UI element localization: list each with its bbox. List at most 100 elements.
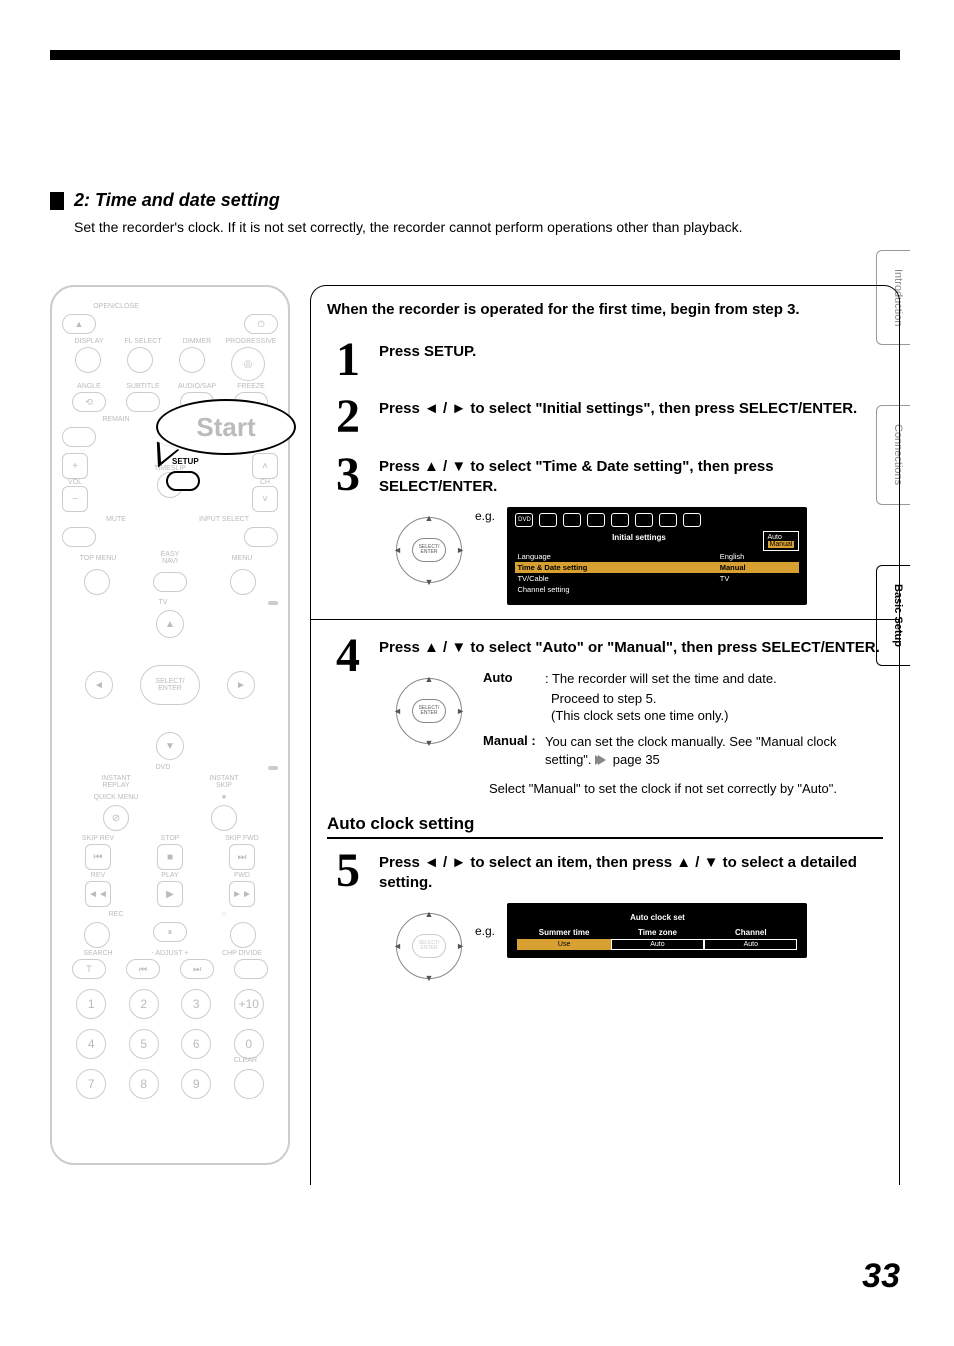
star-button <box>211 805 237 831</box>
nav-left-icon: ◄ <box>393 941 402 951</box>
step-3: 3 Press ▲ / ▼ to select "Time & Date set… <box>327 453 883 606</box>
step-5-title: Press ◄ / ► to select an item, then pres… <box>379 853 883 894</box>
label-vol: VOL <box>62 479 88 486</box>
remote-dpad: ▲ ▼ ◄ ► SELECT/ ENTER <box>85 610 255 760</box>
label-quick-menu: QUICK MENU <box>62 794 170 801</box>
nav-right-icon: ► <box>456 545 465 555</box>
osd-icon <box>611 513 629 527</box>
steps-panel: When the recorder is operated for the fi… <box>310 285 900 1185</box>
num-3: 3 <box>181 989 211 1019</box>
step-2-title: Press ◄ / ► to select "Initial settings"… <box>379 399 883 419</box>
label-remain: REMAIN <box>62 416 170 423</box>
steps-intro: When the recorder is operated for the fi… <box>327 300 883 320</box>
dpad-up-icon: ▲ <box>156 610 184 638</box>
start-callout: Start <box>156 399 296 455</box>
extra-button <box>230 922 256 948</box>
angle-button: ⟲ <box>72 392 106 412</box>
dpad-right-icon: ► <box>227 671 255 699</box>
skip-fwd-icon: ⏭ <box>229 844 255 870</box>
num-4: 4 <box>76 1029 106 1059</box>
nav-center-label: SELECT/ ENTER <box>412 538 446 562</box>
osd-table: LanguageEnglish Time & Date settingManua… <box>515 551 799 595</box>
ch-up-button: ˄ <box>252 453 278 479</box>
step-1-number: 1 <box>327 338 369 381</box>
top-rule <box>50 50 900 60</box>
fwd-icon: ►► <box>229 881 255 907</box>
nav-right-icon: ► <box>456 706 465 716</box>
eject-icon: ▲ <box>62 314 96 334</box>
display-button <box>75 347 101 373</box>
search-button: T <box>72 959 106 979</box>
adjust-plus-icon: ⏭ <box>180 959 214 979</box>
step-4-note: Select "Manual" to set the clock if not … <box>489 780 883 798</box>
nav-down-icon: ▼ <box>425 738 434 748</box>
step-2: 2 Press ◄ / ► to select "Initial setting… <box>327 395 883 438</box>
flselect-button <box>127 347 153 373</box>
clear-button <box>234 1069 264 1099</box>
section-marker <box>50 192 64 210</box>
menu-button <box>230 569 256 595</box>
label-tv: TV <box>62 599 264 606</box>
osd-icon: DVD <box>515 513 533 527</box>
dimmer-button <box>179 347 205 373</box>
step-5: 5 Press ◄ / ► to select an item, then pr… <box>327 849 883 986</box>
nav-left-icon: ◄ <box>393 706 402 716</box>
step-3-number: 3 <box>327 453 369 496</box>
step-5-number: 5 <box>327 849 369 892</box>
nav-down-icon: ▼ <box>425 973 434 983</box>
step-4-title: Press ▲ / ▼ to select "Auto" or "Manual"… <box>379 638 883 658</box>
osd-icon <box>563 513 581 527</box>
nav-widget-step5: SELECT/ ENTER ▲ ▼ ◄ ► <box>389 907 469 985</box>
osd-title: Initial settings <box>515 533 799 544</box>
rev-icon: ◄◄ <box>85 881 111 907</box>
step-2-number: 2 <box>327 395 369 438</box>
page-ref: page 35 <box>613 752 660 767</box>
play-icon: ▶ <box>157 881 183 907</box>
osd2-title: Auto clock set <box>517 913 797 922</box>
remain-button <box>62 427 96 447</box>
label-clear: CLEAR <box>234 1057 257 1064</box>
num-2: 2 <box>129 989 159 1019</box>
pause-icon: ⏸ <box>153 922 187 942</box>
num-1: 1 <box>76 989 106 1019</box>
nav-up-icon: ▲ <box>425 909 434 919</box>
osd-initial-settings: DVD Auto <box>507 507 807 605</box>
osd-icon <box>659 513 677 527</box>
ch-down-button: ˅ <box>252 486 278 512</box>
osd2-col-channel: Channel Auto <box>704 928 797 950</box>
nav-widget-step3: SELECT/ ENTER ▲ ▼ ◄ ► <box>389 511 469 589</box>
label-instant-replay: INSTANT REPLAY <box>62 775 170 789</box>
num-9: 9 <box>181 1069 211 1099</box>
vol-down-button: − <box>62 486 88 512</box>
dvd-switch-icon <box>268 766 278 770</box>
osd-side-menu: Auto Manual <box>763 531 800 551</box>
osd2-col-timezone: Time zone Auto <box>611 928 704 950</box>
vol-up-button: + <box>62 453 88 479</box>
nav-up-icon: ▲ <box>425 513 434 523</box>
section-heading: 2: Time and date setting <box>50 190 900 211</box>
section-description: Set the recorder's clock. If it is not s… <box>74 219 900 235</box>
label-top-menu: TOP MENU <box>62 555 134 562</box>
num-6: 6 <box>181 1029 211 1059</box>
auto-clock-heading: Auto clock setting <box>327 814 883 839</box>
section-title: 2: Time and date setting <box>74 190 280 211</box>
remote-number-pad: 1 2 3 +10 4 5 6 0 7 8 9 CLEAR <box>62 989 278 1101</box>
osd-icon <box>635 513 653 527</box>
nav-up-icon: ▲ <box>425 674 434 684</box>
remote-control-illustration: Start SETUP OPEN/CLOSE ▲ ⏻ DISPLAY FL SE… <box>50 285 290 1165</box>
eg-label-5: e.g. <box>475 924 495 938</box>
label-easy-navi: EASY NAVI <box>134 551 206 565</box>
chp-divide-button <box>234 959 268 979</box>
quick-menu-button: ⊘ <box>103 805 129 831</box>
divider <box>311 619 899 620</box>
page-ref-arrow-icon <box>595 755 609 765</box>
stop-icon: ■ <box>157 844 183 870</box>
skip-rev-icon: ⏮ <box>85 844 111 870</box>
mute-button <box>62 527 96 547</box>
step-4-number: 4 <box>327 634 369 677</box>
page-number: 33 <box>862 1257 900 1296</box>
easy-navi-button <box>153 572 187 592</box>
label-ch: CH <box>252 479 278 486</box>
label-mute: MUTE <box>62 516 170 523</box>
top-menu-button <box>84 569 110 595</box>
